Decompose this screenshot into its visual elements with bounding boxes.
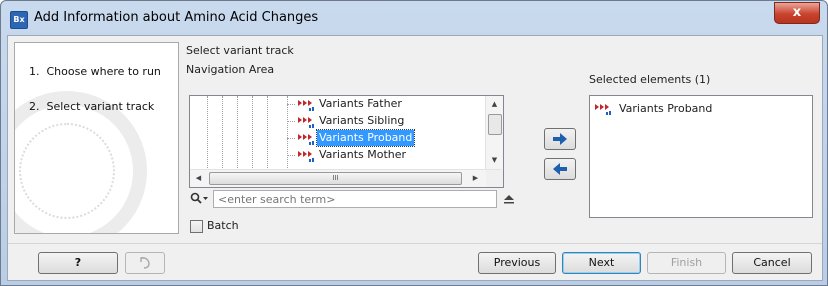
next-button[interactable]: Next — [562, 252, 641, 274]
tree-item-label: Variants Sibling — [319, 114, 405, 127]
tree-item-label: Variants Father — [319, 97, 402, 110]
reset-button[interactable] — [125, 252, 165, 274]
wizard-steps-panel: 1. Choose where to run 2. Select variant… — [14, 42, 179, 234]
scroll-up-icon[interactable]: ▲ — [486, 96, 503, 113]
footer-divider — [8, 243, 822, 244]
previous-button[interactable]: Previous — [478, 252, 556, 274]
app-icon: Bx — [10, 11, 28, 29]
search-input[interactable] — [213, 190, 497, 208]
step-number: 2. — [29, 100, 40, 113]
window-title: Add Information about Amino Acid Changes — [34, 10, 319, 25]
search-icon[interactable] — [190, 192, 210, 206]
arrow-right-icon — [553, 133, 567, 145]
scroll-down-icon[interactable]: ▼ — [486, 152, 503, 169]
navigation-area-label: Navigation Area — [186, 63, 275, 76]
variant-track-icon — [595, 104, 611, 115]
scroll-left-icon[interactable]: ◀ — [190, 170, 207, 187]
content-panel: Select variant track Navigation Area Sel… — [184, 42, 814, 238]
dialog-window: Bx Add Information about Amino Acid Chan… — [0, 0, 828, 286]
tree-item-label: Variants Mother — [319, 148, 407, 161]
selected-item-label: Variants Proband — [619, 102, 713, 115]
collapse-icon[interactable] — [502, 192, 516, 206]
reset-icon — [140, 257, 150, 269]
scroll-thumb[interactable] — [488, 114, 502, 135]
wizard-step-1: 1. Choose where to run — [29, 65, 161, 78]
batch-checkbox[interactable] — [190, 220, 203, 233]
variant-track-icon — [298, 117, 314, 128]
finish-button[interactable]: Finish — [647, 252, 726, 274]
navigation-tree[interactable]: Variants Father Variants Sibling Variant… — [189, 95, 504, 188]
variant-track-icon — [298, 100, 314, 111]
scroll-corner — [486, 170, 503, 187]
step-number: 1. — [29, 65, 40, 78]
scroll-thumb-grip[interactable]: III — [209, 172, 462, 185]
tree-item-label: Variants Proband — [315, 129, 416, 147]
variant-track-icon — [298, 134, 314, 145]
tree-vertical-scrollbar[interactable]: ▲ ▼ — [485, 96, 503, 169]
close-button[interactable]: x — [774, 2, 820, 24]
tree-horizontal-scrollbar[interactable]: ◀ III ▶ — [190, 169, 502, 187]
arrow-left-icon — [553, 163, 567, 175]
selected-elements-list[interactable]: Variants Proband — [589, 95, 813, 218]
batch-label[interactable]: Batch — [207, 219, 239, 232]
help-button[interactable]: ? — [38, 252, 118, 274]
watermark-ring — [19, 123, 115, 219]
cancel-button[interactable]: Cancel — [732, 252, 812, 274]
panel-heading: Select variant track — [186, 44, 294, 57]
dialog-body: 1. Choose where to run 2. Select variant… — [7, 35, 823, 281]
step-label: Choose where to run — [46, 65, 161, 78]
remove-from-selected-button[interactable] — [544, 158, 576, 180]
selected-elements-label: Selected elements (1) — [589, 73, 711, 86]
step-label: Select variant track — [46, 100, 155, 113]
add-to-selected-button[interactable] — [544, 128, 576, 150]
variant-track-icon — [298, 151, 314, 162]
scroll-right-icon[interactable]: ▶ — [467, 170, 484, 187]
title-bar[interactable]: Bx Add Information about Amino Acid Chan… — [1, 1, 827, 35]
wizard-step-2: 2. Select variant track — [29, 100, 154, 113]
